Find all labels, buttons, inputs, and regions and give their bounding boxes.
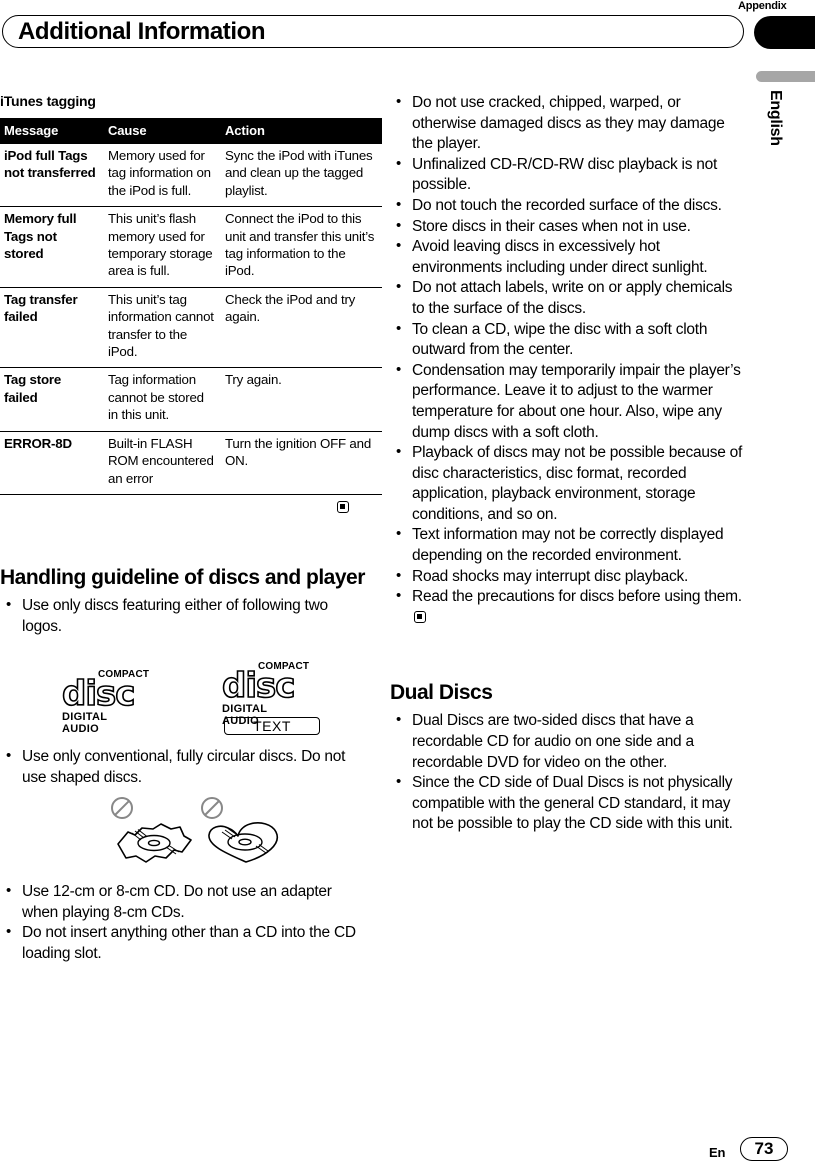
cd-logos-row: COMPACT disc DIGITAL AUDIO COMPACT disc … [0,661,365,739]
list-item: Do not use cracked, chipped, warped, or … [390,92,745,155]
list-item: Since the CD side of Dual Discs is not p… [390,772,745,835]
no-irregular-shaped-disc-icon [108,796,198,879]
cell-action: Check the iPod and try again. [221,287,382,369]
cell-action: Turn the ignition OFF and ON. [221,431,382,495]
handling-guideline-heading: Handling guideline of discs and player [0,565,365,589]
page-title: Additional Information [18,18,266,45]
dual-discs-list: Dual Discs are two-sided discs that have… [390,710,745,835]
cell-message: ERROR-8D [0,431,104,495]
itunes-tagging-subheading: iTunes tagging [0,93,96,109]
list-item: Avoid leaving discs in excessively hot e… [390,236,745,278]
cell-message: Memory full Tags not stored [0,206,104,288]
list-item: Do not insert anything other than a CD i… [0,922,365,964]
table-row: Tag transfer failed This unit’s tag info… [0,287,382,369]
cell-cause: This unit’s tag information cannot trans… [104,287,221,369]
disc-precautions-list: Do not use cracked, chipped, warped, or … [390,92,745,628]
table-row: ERROR-8D Built-in FLASH ROM encountered … [0,431,382,495]
left-column: iTunes tagging Message Cause Action iPod… [0,93,382,965]
dual-discs-heading: Dual Discs [390,681,493,705]
footer-language-code: En [709,1145,726,1160]
list-item: To clean a CD, wipe the disc with a soft… [390,319,745,361]
section-tab-black [754,16,815,49]
section-end-icon [337,500,349,513]
language-side-tab: English [767,90,784,146]
right-column: Do not use cracked, chipped, warped, or … [390,92,745,835]
table-row: Tag store failed Tag information cannot … [0,367,382,432]
list-item: Use only conventional, fully circular di… [0,746,365,788]
cell-action: Sync the iPod with iTunes and clean up t… [221,144,382,208]
section-tab-gray [756,71,815,82]
column-header-action: Action [221,118,382,144]
cell-cause: Tag information cannot be stored in this… [104,367,221,432]
table-header-row: Message Cause Action [0,118,382,144]
cell-message: Tag transfer failed [0,287,104,369]
cell-cause: Built-in FLASH ROM encountered an error [104,431,221,495]
logo-disc-wordmark: disc [221,666,296,707]
table-row: Memory full Tags not stored This unit’s … [0,206,382,288]
list-item: Dual Discs are two-sided discs that have… [390,710,745,773]
section-end-icon [414,610,426,623]
cell-action: Connect the iPod to this unit and transf… [221,206,382,288]
cell-cause: This unit’s flash memory used for tempor… [104,206,221,288]
handling-bullets-before-logos: Use only discs featuring either of follo… [0,595,365,637]
list-item: Use only discs featuring either of follo… [0,595,365,637]
cell-cause: Memory used for tag information on the i… [104,144,221,208]
list-item: Text information may not be correctly di… [390,524,745,566]
shaped-disc-icons-row [0,796,365,874]
list-item-text: Read the precautions for discs before us… [412,588,742,606]
list-item: Unfinalized CD-R/CD-RW disc playback is … [390,154,745,196]
cell-message: Tag store failed [0,367,104,432]
handling-bullets-after-shapes: Use 12-cm or 8-cm CD. Do not use an adap… [0,881,365,964]
no-heart-shaped-disc-icon [198,796,293,879]
itunes-tagging-table: Message Cause Action iPod full Tags not … [0,118,382,495]
list-item: Road shocks may interrupt disc playback. [390,566,745,588]
cell-action: Try again. [221,367,382,432]
handling-bullets-after-logos: Use only conventional, fully circular di… [0,746,365,788]
logo-disc-wordmark: disc [61,674,136,715]
list-item: Use 12-cm or 8-cm CD. Do not use an adap… [0,881,365,923]
table-row: iPod full Tags not transferred Memory us… [0,144,382,208]
logo-text-badge: TEXT [224,717,320,736]
footer-page-number: 73 [740,1137,788,1161]
logo-digital-audio-label: DIGITAL AUDIO [62,711,108,736]
appendix-label: Appendix [738,0,787,12]
list-item: Condensation may temporarily impair the … [390,360,745,443]
list-item: Do not touch the recorded surface of the… [390,195,745,217]
column-header-cause: Cause [104,118,221,144]
column-header-message: Message [0,118,104,144]
list-item: Store discs in their cases when not in u… [390,216,745,238]
list-item: Playback of discs may not be possible be… [390,442,745,525]
list-item-with-endmark: Read the precautions for discs before us… [390,586,745,628]
list-item: Do not attach labels, write on or apply … [390,277,745,319]
section-end-row [0,499,365,517]
cell-message: iPod full Tags not transferred [0,144,104,208]
